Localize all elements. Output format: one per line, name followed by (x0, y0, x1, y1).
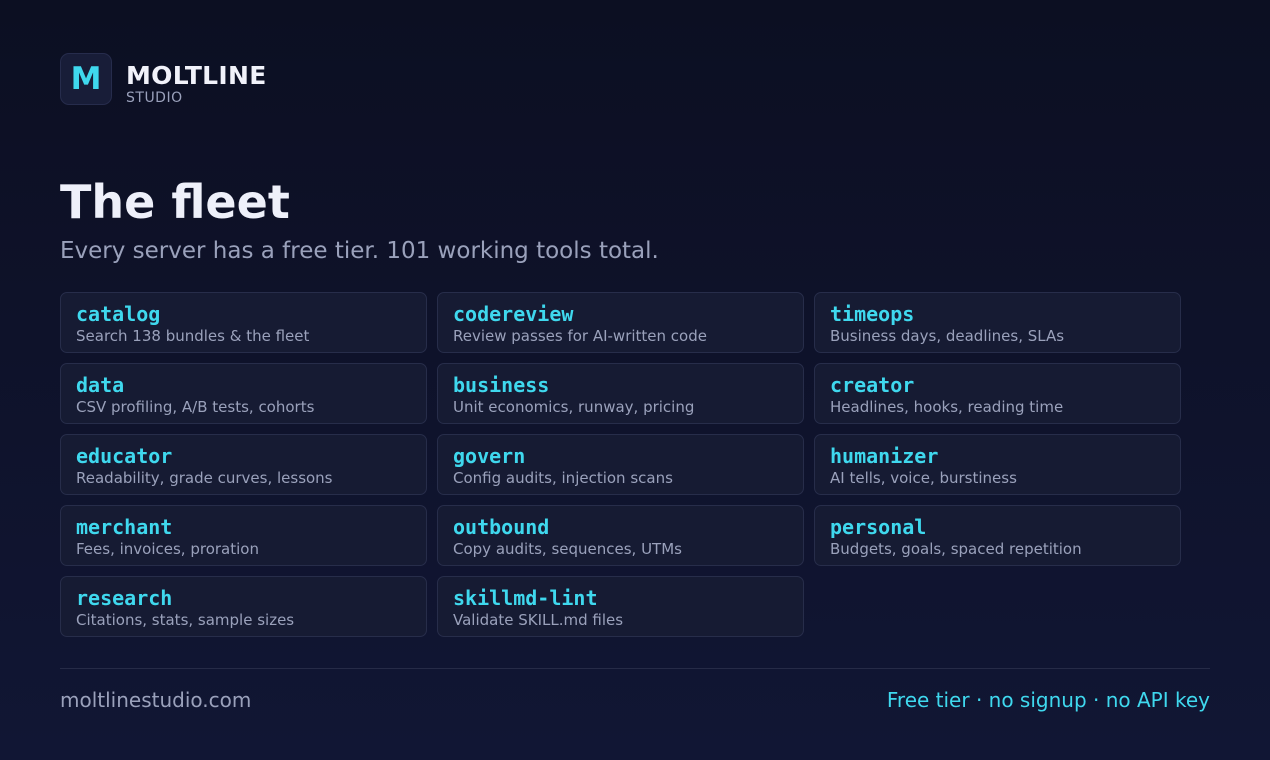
server-name: merchant (76, 515, 173, 539)
server-card[interactable]: timeops Business days, deadlines, SLAs (814, 292, 1181, 353)
server-name: humanizer (830, 444, 939, 468)
server-name: outbound (453, 515, 550, 539)
server-card[interactable]: catalog Search 138 bundles & the fleet (60, 292, 427, 353)
server-description: Readability, grade curves, lessons (76, 469, 333, 487)
server-name: educator (76, 444, 173, 468)
server-description: CSV profiling, A/B tests, cohorts (76, 398, 315, 416)
server-name: skillmd-lint (453, 586, 598, 610)
brand-name: MOLTLINE (126, 61, 267, 90)
server-description: Review passes for AI-written code (453, 327, 707, 345)
server-card[interactable]: humanizer AI tells, voice, burstiness (814, 434, 1181, 495)
server-card[interactable]: personal Budgets, goals, spaced repetiti… (814, 505, 1181, 566)
server-card[interactable]: educator Readability, grade curves, less… (60, 434, 427, 495)
server-description: Validate SKILL.md files (453, 611, 624, 629)
server-grid: catalog Search 138 bundles & the fleet c… (60, 292, 1181, 637)
server-name: data (76, 373, 125, 397)
server-card[interactable]: business Unit economics, runway, pricing (437, 363, 804, 424)
server-description: Copy audits, sequences, UTMs (453, 540, 682, 558)
server-description: Fees, invoices, proration (76, 540, 259, 558)
server-card[interactable]: skillmd-lint Validate SKILL.md files (437, 576, 804, 637)
server-description: AI tells, voice, burstiness (830, 469, 1017, 487)
server-description: Citations, stats, sample sizes (76, 611, 295, 629)
page-subtitle: Every server has a free tier. 101 workin… (60, 238, 659, 264)
server-card[interactable]: creator Headlines, hooks, reading time (814, 363, 1181, 424)
brand: M MOLTLINE STUDIO (60, 52, 267, 106)
footer-divider (60, 668, 1210, 669)
server-name: business (453, 373, 550, 397)
server-name: govern (453, 444, 526, 468)
server-description: Business days, deadlines, SLAs (830, 327, 1065, 345)
server-description: Search 138 bundles & the fleet (76, 327, 310, 345)
brand-subname: STUDIO (126, 90, 183, 106)
server-description: Config audits, injection scans (453, 469, 673, 487)
logo-icon: M (60, 53, 112, 105)
server-card[interactable]: data CSV profiling, A/B tests, cohorts (60, 363, 427, 424)
server-description: Headlines, hooks, reading time (830, 398, 1064, 416)
server-card[interactable]: govern Config audits, injection scans (437, 434, 804, 495)
footer-url[interactable]: moltlinestudio.com (60, 686, 251, 714)
server-card[interactable]: outbound Copy audits, sequences, UTMs (437, 505, 804, 566)
server-description: Budgets, goals, spaced repetition (830, 540, 1082, 558)
server-name: creator (830, 373, 915, 397)
server-name: codereview (453, 302, 574, 326)
server-description: Unit economics, runway, pricing (453, 398, 695, 416)
server-card[interactable]: research Citations, stats, sample sizes (60, 576, 427, 637)
server-name: personal (830, 515, 927, 539)
server-card[interactable]: codereview Review passes for AI-written … (437, 292, 804, 353)
page-title: The fleet (60, 175, 290, 229)
server-name: catalog (76, 302, 161, 326)
server-name: research (76, 586, 173, 610)
server-card[interactable]: merchant Fees, invoices, proration (60, 505, 427, 566)
brand-text: MOLTLINE STUDIO (126, 61, 267, 107)
server-name: timeops (830, 302, 915, 326)
footer-tagline: Free tier · no signup · no API key (886, 688, 1210, 712)
